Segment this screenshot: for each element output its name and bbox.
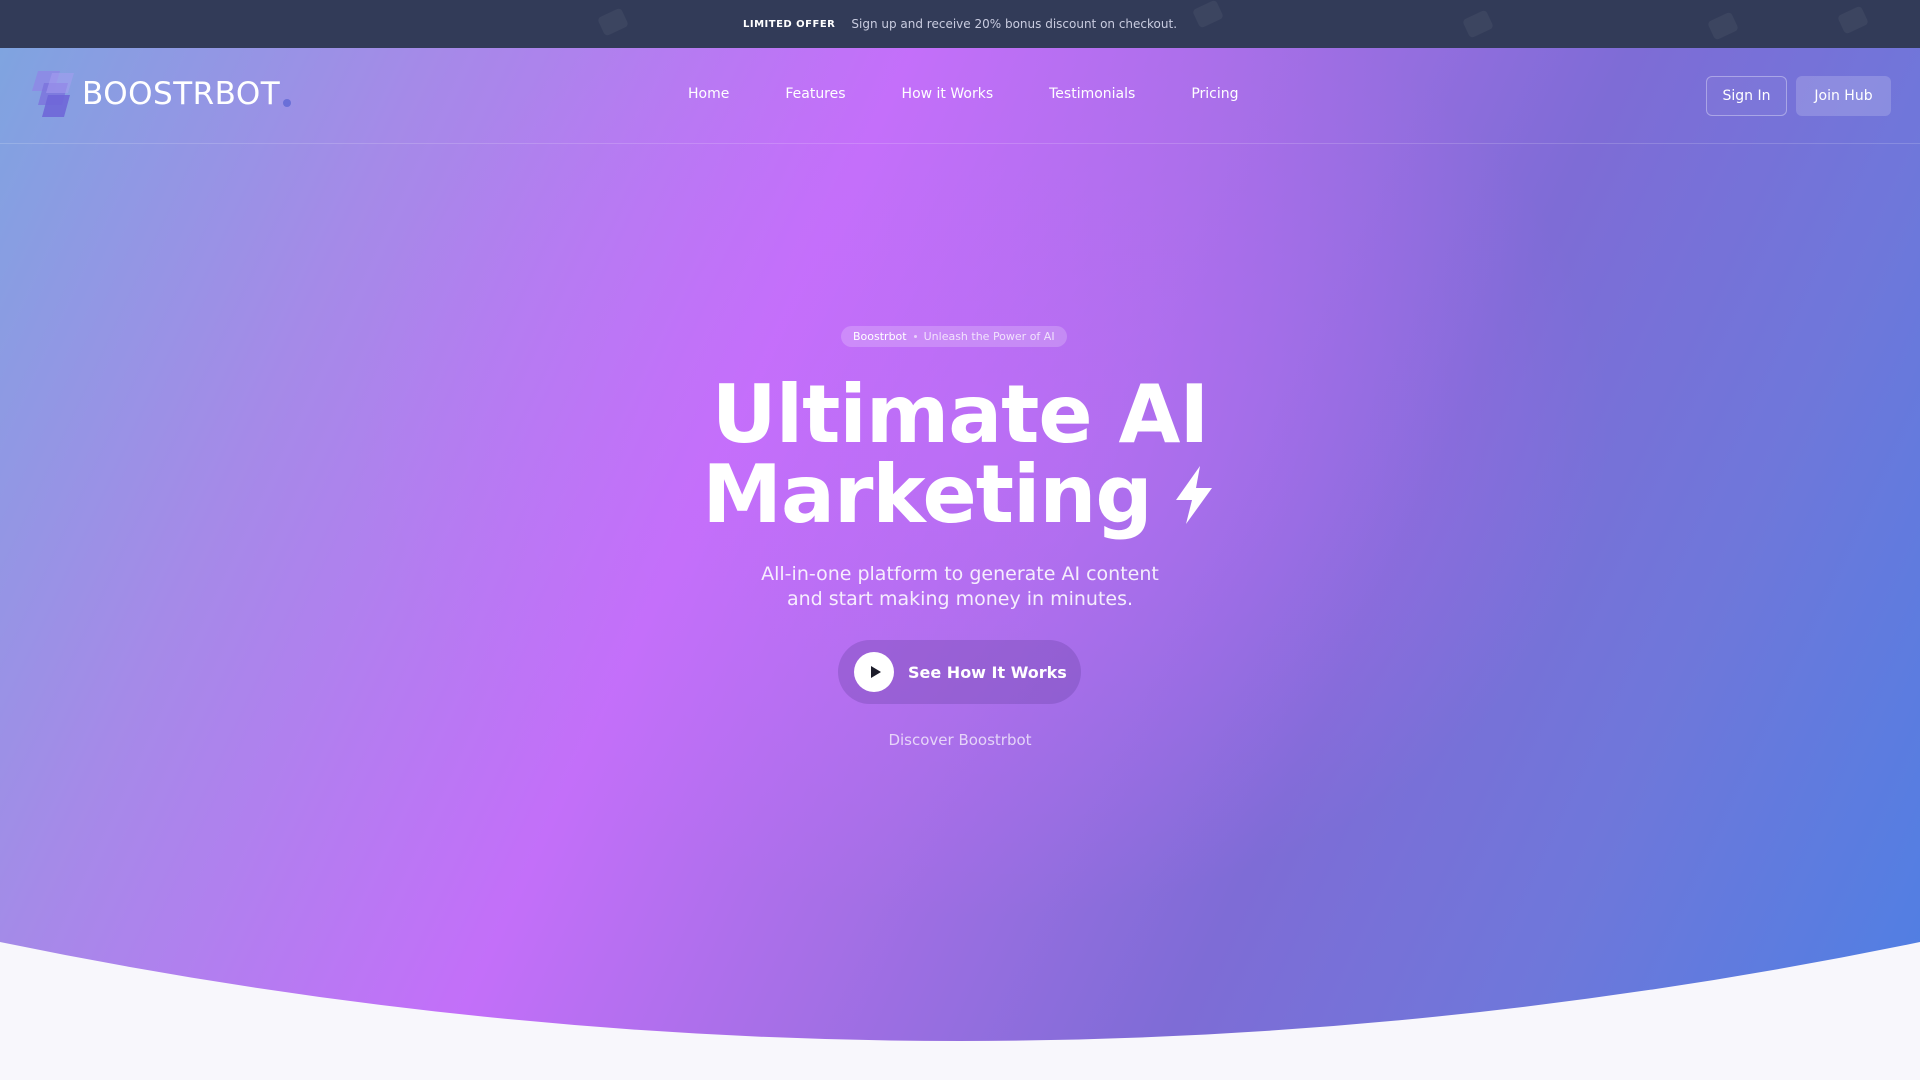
see-how-it-works-button[interactable]: See How It Works <box>838 640 1081 704</box>
nav-link-how-it-works[interactable]: How it Works <box>902 78 994 110</box>
pill-separator-dot <box>913 335 917 338</box>
pill-brand: Boostrbot <box>853 330 907 343</box>
offer-tag: LIMITED OFFER <box>742 18 836 30</box>
nav-link-features[interactable]: Features <box>785 78 845 110</box>
stacked-parallelograms-logo-icon <box>32 71 74 117</box>
offer-text: Sign up and receive 20% bonus discount o… <box>851 17 1178 31</box>
cta-label: See How It Works <box>908 662 1067 682</box>
landing-page: LIMITED OFFER Sign up and receive 20% bo… <box>0 0 1920 1080</box>
play-button-circle <box>854 652 894 692</box>
play-icon <box>870 666 881 678</box>
decorative-shape <box>1706 11 1740 41</box>
lightning-bolt-icon <box>1175 466 1212 524</box>
bottom-curve-divider <box>0 942 1920 1080</box>
headline-line-2: Marketing <box>702 448 1152 541</box>
main-navigation: BOOSTRBOT Home Features How it Works Tes… <box>0 48 1920 144</box>
decorative-shape <box>596 7 630 37</box>
nav-links: Home Features How it Works Testimonials … <box>688 78 1239 110</box>
brand-logo[interactable]: BOOSTRBOT <box>30 64 292 124</box>
subtitle-line-1: All-in-one platform to generate AI conte… <box>761 563 1159 585</box>
nav-link-home[interactable]: Home <box>688 78 729 110</box>
nav-link-pricing[interactable]: Pricing <box>1191 78 1238 110</box>
nav-link-testimonials[interactable]: Testimonials <box>1049 78 1135 110</box>
tagline-pill: Boostrbot Unleash the Power of AI <box>841 326 1067 347</box>
brand-name: BOOSTRBOT <box>82 76 281 112</box>
sign-in-button[interactable]: Sign In <box>1706 76 1787 116</box>
decorative-shape <box>1191 0 1225 29</box>
subtitle-line-2: and start making money in minutes. <box>786 588 1134 610</box>
join-hub-button[interactable]: Join Hub <box>1796 76 1891 116</box>
hero-subtitle: All-in-one platform to generate AI conte… <box>660 562 1260 612</box>
discover-link[interactable]: Discover Boostrbot <box>0 731 1920 749</box>
decorative-shape <box>1836 5 1870 35</box>
pill-tagline: Unleash the Power of AI <box>923 330 1055 343</box>
brand-dot <box>283 99 292 107</box>
limited-offer-bar: LIMITED OFFER Sign up and receive 20% bo… <box>0 0 1920 48</box>
hero-headline: Ultimate AI Marketing <box>0 375 1920 535</box>
decorative-shape <box>1461 9 1495 39</box>
headline-line-2-wrap: Marketing <box>702 455 1217 535</box>
